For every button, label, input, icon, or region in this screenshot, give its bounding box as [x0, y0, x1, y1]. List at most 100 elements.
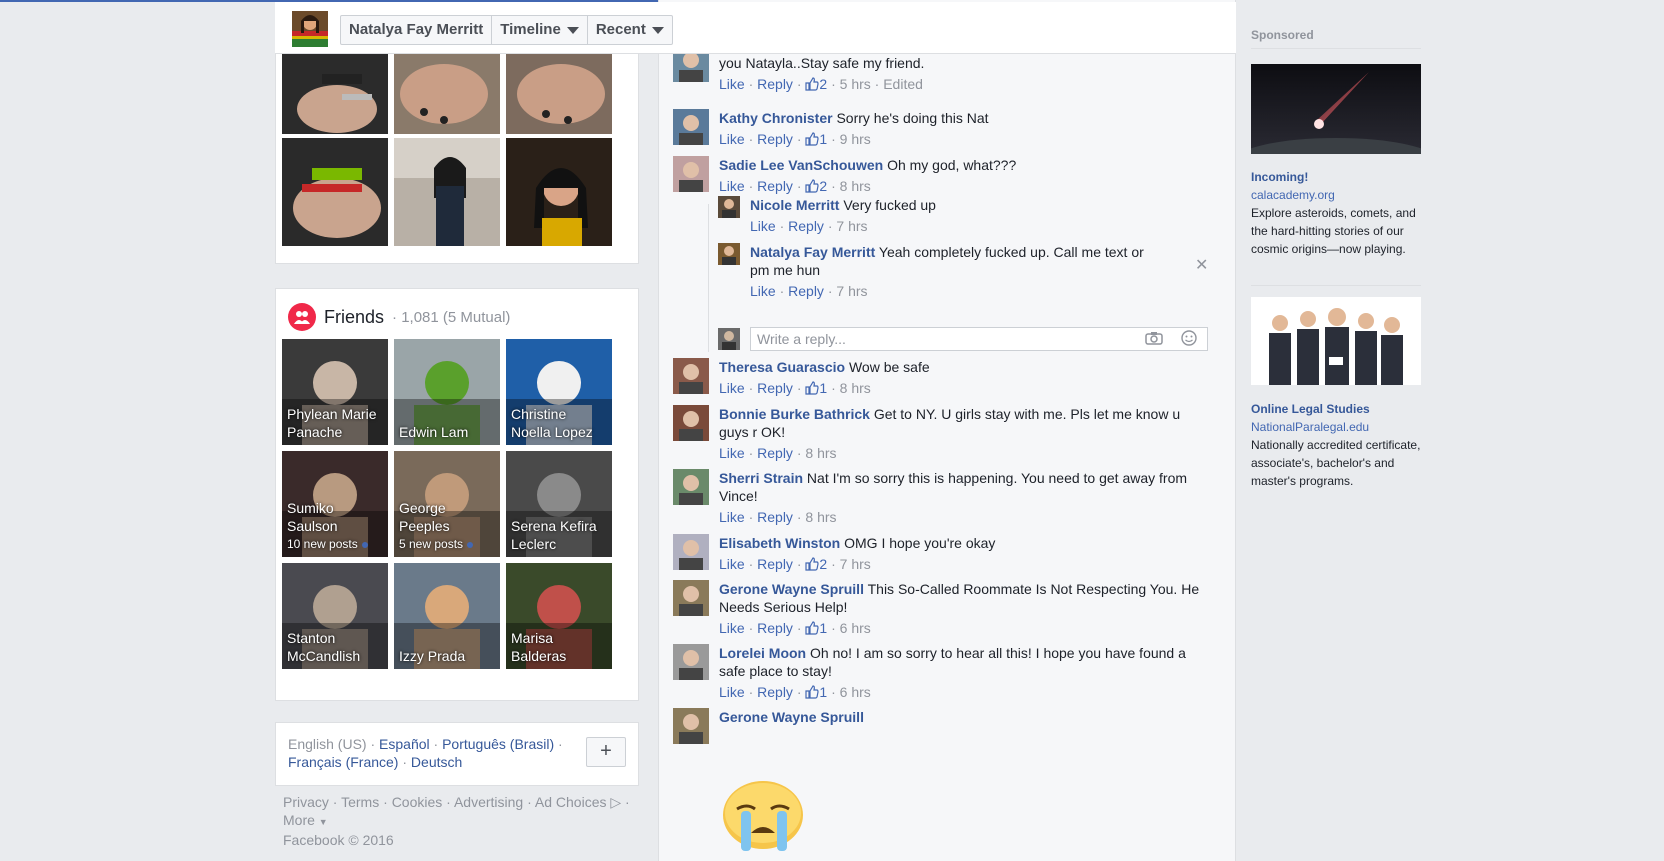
reply-button[interactable]: Reply: [757, 178, 793, 194]
like-button[interactable]: Like: [719, 445, 745, 461]
commenter-name[interactable]: Kathy Chronister: [719, 110, 833, 126]
friend-name[interactable]: Serena Kefira Leclerc: [511, 517, 608, 553]
commenter-name[interactable]: Bonnie Burke Bathrick: [719, 406, 870, 422]
friend-tile[interactable]: Sumiko Saulson 10 new posts: [282, 451, 388, 557]
like-count[interactable]: 1: [805, 620, 827, 636]
friend-tile[interactable]: Phylean Marie Panache: [282, 339, 388, 445]
like-button[interactable]: Like: [719, 556, 745, 572]
replier-avatar[interactable]: [718, 243, 740, 265]
commenter-avatar[interactable]: [673, 358, 709, 394]
language-option[interactable]: Español: [379, 736, 430, 752]
ad-title[interactable]: Online Legal Studies: [1251, 400, 1421, 418]
commenter-name[interactable]: Lorelei Moon: [719, 645, 806, 661]
ad-image-legal[interactable]: [1251, 297, 1421, 385]
like-button[interactable]: Like: [719, 620, 745, 636]
comment-timestamp[interactable]: 8 hrs: [805, 509, 836, 525]
like-count[interactable]: 1: [805, 380, 827, 396]
like-button[interactable]: Like: [719, 178, 745, 194]
like-count[interactable]: 1: [805, 684, 827, 700]
ad-title[interactable]: Incoming!: [1251, 168, 1421, 186]
friend-name[interactable]: Christine Noella Lopez: [511, 405, 608, 441]
footer-link-terms[interactable]: Terms: [341, 794, 379, 810]
like-count[interactable]: 1: [805, 131, 827, 147]
reply-button[interactable]: Reply: [757, 509, 793, 525]
friends-title[interactable]: Friends: [324, 307, 384, 328]
commenter-avatar[interactable]: [673, 109, 709, 145]
profile-avatar[interactable]: [292, 11, 328, 47]
friend-tile[interactable]: Izzy Prada: [394, 563, 500, 669]
like-button[interactable]: Like: [719, 509, 745, 525]
comment-timestamp[interactable]: 9 hrs: [840, 131, 871, 147]
like-button[interactable]: Like: [719, 684, 745, 700]
reply-button[interactable]: Reply: [757, 76, 793, 92]
footer-link-cookies[interactable]: Cookies: [392, 794, 443, 810]
friend-tile[interactable]: Christine Noella Lopez: [506, 339, 612, 445]
footer-link-advertising[interactable]: Advertising: [454, 794, 523, 810]
reply-button[interactable]: Reply: [757, 380, 793, 396]
friend-tile[interactable]: Serena Kefira Leclerc: [506, 451, 612, 557]
emoji-icon[interactable]: [1181, 330, 1197, 349]
comment-timestamp[interactable]: 8 hrs: [805, 445, 836, 461]
breadcrumb-recent-dropdown[interactable]: Recent: [588, 16, 672, 44]
reply-timestamp[interactable]: 7 hrs: [836, 218, 867, 234]
photo-thumbnail[interactable]: [506, 138, 612, 246]
commenter-name[interactable]: Elisabeth Winston: [719, 535, 840, 551]
write-reply-input[interactable]: Write a reply...: [750, 327, 1208, 351]
friend-name[interactable]: George Peeples: [399, 499, 496, 535]
comment-timestamp[interactable]: 6 hrs: [840, 620, 871, 636]
reply-button[interactable]: Reply: [788, 283, 824, 299]
commenter-avatar[interactable]: [673, 580, 709, 616]
friend-name[interactable]: Izzy Prada: [399, 647, 496, 665]
language-option[interactable]: Deutsch: [411, 754, 462, 770]
friend-tile[interactable]: George Peeples 5 new posts: [394, 451, 500, 557]
close-icon[interactable]: ✕: [1195, 255, 1208, 275]
friend-name[interactable]: Edwin Lam: [399, 423, 496, 441]
like-count[interactable]: 2: [805, 76, 827, 92]
comment-timestamp[interactable]: 7 hrs: [840, 556, 871, 572]
reply-button[interactable]: Reply: [757, 445, 793, 461]
like-button[interactable]: Like: [719, 76, 745, 92]
ad-online-legal-studies[interactable]: Online Legal Studies NationalParalegal.e…: [1251, 400, 1421, 490]
reply-button[interactable]: Reply: [757, 556, 793, 572]
camera-icon[interactable]: [1145, 331, 1163, 348]
reply-button[interactable]: Reply: [788, 218, 824, 234]
like-button[interactable]: Like: [750, 218, 776, 234]
reply-button[interactable]: Reply: [757, 684, 793, 700]
ad-domain[interactable]: NationalParalegal.edu: [1251, 418, 1421, 436]
commenter-name[interactable]: Sadie Lee VanSchouwen: [719, 157, 883, 173]
friend-tile[interactable]: Marisa Balderas: [506, 563, 612, 669]
friend-tile[interactable]: Stanton McCandlish: [282, 563, 388, 669]
language-option[interactable]: Français (France): [288, 754, 398, 770]
footer-link-ad-choices[interactable]: Ad Choices: [535, 794, 607, 810]
photo-thumbnail[interactable]: [282, 54, 388, 134]
friend-tile[interactable]: Edwin Lam: [394, 339, 500, 445]
reply-button[interactable]: Reply: [757, 620, 793, 636]
reply-button[interactable]: Reply: [757, 131, 793, 147]
commenter-avatar[interactable]: [673, 534, 709, 570]
replier-avatar[interactable]: [718, 196, 740, 218]
like-button[interactable]: Like: [750, 283, 776, 299]
friend-name[interactable]: Stanton McCandlish: [287, 629, 384, 665]
reply-timestamp[interactable]: 7 hrs: [836, 283, 867, 299]
replier-name[interactable]: Natalya Fay Merritt: [750, 244, 875, 260]
commenter-name[interactable]: Gerone Wayne Spruill: [719, 709, 864, 725]
comment-timestamp[interactable]: 8 hrs: [840, 380, 871, 396]
like-button[interactable]: Like: [719, 131, 745, 147]
footer-link-privacy[interactable]: Privacy: [283, 794, 329, 810]
like-button[interactable]: Like: [719, 380, 745, 396]
language-option[interactable]: Português (Brasil): [442, 736, 554, 752]
commenter-avatar[interactable]: [673, 644, 709, 680]
commenter-name[interactable]: Sherri Strain: [719, 470, 803, 486]
ad-domain[interactable]: calacademy.org: [1251, 186, 1421, 204]
photo-thumbnail[interactable]: [394, 138, 500, 246]
commenter-avatar[interactable]: [673, 156, 709, 192]
commenter-name[interactable]: Theresa Guarascio: [719, 359, 845, 375]
like-count[interactable]: 2: [805, 556, 827, 572]
ad-image-comet[interactable]: [1236, 64, 1436, 182]
comment-timestamp[interactable]: 5 hrs: [840, 76, 871, 92]
like-count[interactable]: 2: [805, 178, 827, 194]
ad-incoming[interactable]: Incoming! calacademy.org Explore asteroi…: [1251, 168, 1421, 258]
comment-timestamp[interactable]: 8 hrs: [840, 178, 871, 194]
edited-label[interactable]: Edited: [883, 76, 923, 92]
footer-link-more[interactable]: More: [283, 812, 315, 828]
